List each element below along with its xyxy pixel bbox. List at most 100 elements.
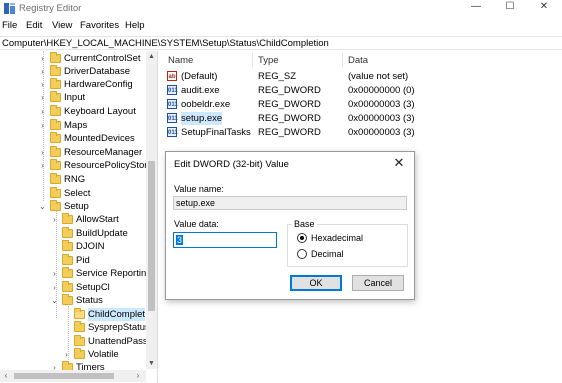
value-data-input[interactable]: 3 — [173, 232, 277, 248]
chevron-right-icon[interactable]: › — [50, 281, 59, 294]
radio-unselected-icon[interactable] — [297, 249, 307, 259]
tree-horizontal-scrollbar[interactable]: ‹ › — [0, 370, 146, 382]
chevron-right-icon[interactable]: › — [38, 91, 47, 104]
scroll-thumb[interactable] — [148, 161, 155, 311]
menu-favorites[interactable]: Favorites — [80, 20, 119, 31]
tree-item[interactable]: DJOIN — [0, 240, 146, 253]
minimize-button[interactable]: — — [459, 0, 493, 16]
dword-value-icon: 011 — [167, 85, 178, 95]
value-row[interactable]: 011 SetupFinalTasks REG_DWORD 0x00000003… — [162, 126, 562, 139]
tree-item[interactable]: Pid — [0, 254, 146, 267]
folder-icon — [50, 119, 61, 130]
tree-item[interactable]: ⌄ Setup — [0, 200, 146, 213]
value-name: oobeldr.exe — [181, 99, 231, 110]
tree-item[interactable]: ⌄ Status — [0, 294, 146, 307]
tree-item-selected[interactable]: ChildComplet — [0, 308, 146, 321]
tree-item-label: ChildComplet — [88, 308, 146, 321]
folder-icon — [62, 281, 73, 292]
value-type: REG_SZ — [258, 71, 297, 82]
value-data-text[interactable]: 3 — [176, 235, 184, 245]
chevron-right-icon[interactable]: › — [62, 348, 71, 361]
value-row[interactable]: 011 audit.exe REG_DWORD 0x00000000 (0) — [162, 84, 562, 97]
column-header-type[interactable]: Type — [258, 55, 279, 66]
value-data: 0x00000000 (0) — [348, 85, 415, 96]
chevron-right-icon[interactable]: › — [38, 65, 47, 78]
tree-item-label: Status — [76, 295, 103, 306]
radio-selected-icon[interactable] — [297, 233, 307, 243]
chevron-right-icon[interactable]: › — [38, 146, 47, 159]
folder-icon — [62, 254, 73, 265]
value-name-field: setup.exe — [173, 196, 407, 210]
tree-item[interactable]: UnattendPasse — [0, 335, 153, 348]
close-button[interactable]: ✕ — [527, 0, 561, 16]
address-path[interactable]: Computer\HKEY_LOCAL_MACHINE\SYSTEM\Setup… — [2, 38, 329, 49]
tree-item[interactable]: › Volatile — [0, 348, 146, 361]
chevron-right-icon[interactable]: › — [38, 52, 47, 65]
tree-item[interactable]: › Input — [0, 91, 146, 104]
tree-item-label: Select — [64, 188, 91, 199]
tree-item[interactable]: › ResourcePolicyStore — [0, 159, 153, 172]
folder-icon — [74, 308, 85, 319]
scroll-thumb[interactable] — [14, 373, 114, 379]
tree-item[interactable]: › Keyboard Layout — [0, 105, 146, 118]
folder-icon — [50, 173, 61, 184]
tree-item[interactable]: › CurrentControlSet — [0, 52, 146, 65]
menu-help[interactable]: Help — [125, 20, 145, 31]
dialog-close-button[interactable]: ✕ — [388, 154, 410, 172]
folder-open-icon — [50, 200, 61, 211]
chevron-down-icon[interactable]: ⌄ — [50, 294, 59, 307]
base-groupbox — [287, 224, 408, 267]
tree-item-label: Input — [64, 92, 86, 103]
tree-item[interactable]: › SetupCl — [0, 281, 146, 294]
radio-label[interactable]: Decimal — [311, 248, 344, 260]
chevron-right-icon[interactable]: › — [38, 159, 47, 172]
key-tree[interactable]: › CurrentControlSet › DriverDatabase › H… — [0, 51, 158, 383]
folder-icon — [50, 105, 61, 116]
tree-item[interactable]: SysprepStatus — [0, 321, 150, 334]
folder-icon — [74, 321, 85, 332]
value-row-selected[interactable]: 011 setup.exe REG_DWORD 0x00000003 (3) — [162, 112, 562, 125]
scroll-right-icon[interactable]: › — [132, 370, 144, 382]
column-separator[interactable] — [252, 53, 253, 67]
chevron-right-icon[interactable]: › — [50, 267, 59, 280]
tree-item[interactable]: › HardwareConfig — [0, 78, 146, 91]
tree-item[interactable]: Select — [0, 187, 146, 200]
column-header-data[interactable]: Data — [348, 55, 368, 66]
column-header-name[interactable]: Name — [168, 55, 193, 66]
ok-button[interactable]: OK — [290, 275, 342, 291]
chevron-right-icon[interactable]: › — [38, 105, 47, 118]
tree-item-label: UnattendPasse — [88, 336, 153, 347]
radio-label[interactable]: Hexadecimal — [311, 232, 363, 244]
chevron-right-icon[interactable]: › — [50, 213, 59, 226]
chevron-right-icon[interactable]: › — [38, 119, 47, 132]
value-row[interactable]: 011 oobeldr.exe REG_DWORD 0x00000003 (3) — [162, 98, 562, 111]
tree-item[interactable]: RNG — [0, 173, 146, 186]
tree-item[interactable]: MountedDevices — [0, 132, 146, 145]
scroll-left-icon[interactable]: ‹ — [0, 370, 12, 382]
address-bar[interactable]: Computer\HKEY_LOCAL_MACHINE\SYSTEM\Setup… — [0, 36, 562, 50]
scroll-up-icon[interactable]: ▲ — [146, 51, 157, 62]
folder-icon — [50, 65, 61, 76]
tree-item[interactable]: › Service Reporting — [0, 267, 152, 280]
tree-item-label: MountedDevices — [64, 133, 135, 144]
title-bar: Registry Editor — ☐ ✕ — [0, 0, 562, 17]
scroll-down-icon[interactable]: ▼ — [146, 358, 157, 369]
chevron-down-icon[interactable]: ⌄ — [38, 200, 47, 213]
value-row[interactable]: ab (Default) REG_SZ (value not set) — [162, 70, 562, 83]
tree-item[interactable]: › AllowStart — [0, 213, 146, 226]
tree-item-label: BuildUpdate — [76, 228, 128, 239]
menu-file[interactable]: File — [2, 20, 17, 31]
tree-item[interactable]: › ResourceManager — [0, 146, 146, 159]
tree-item[interactable]: › DriverDatabase — [0, 65, 146, 78]
maximize-button[interactable]: ☐ — [493, 0, 527, 16]
tree-item[interactable]: › Maps — [0, 119, 146, 132]
column-separator[interactable] — [342, 53, 343, 67]
tree-expander — [38, 187, 47, 200]
cancel-button[interactable]: Cancel — [352, 275, 404, 291]
tree-vertical-scrollbar[interactable]: ▲ ▼ — [146, 51, 157, 369]
menu-edit[interactable]: Edit — [26, 20, 42, 31]
menu-view[interactable]: View — [52, 20, 72, 31]
chevron-right-icon[interactable]: › — [38, 78, 47, 91]
value-data-label: Value data: — [174, 219, 219, 229]
tree-item[interactable]: BuildUpdate — [0, 227, 146, 240]
